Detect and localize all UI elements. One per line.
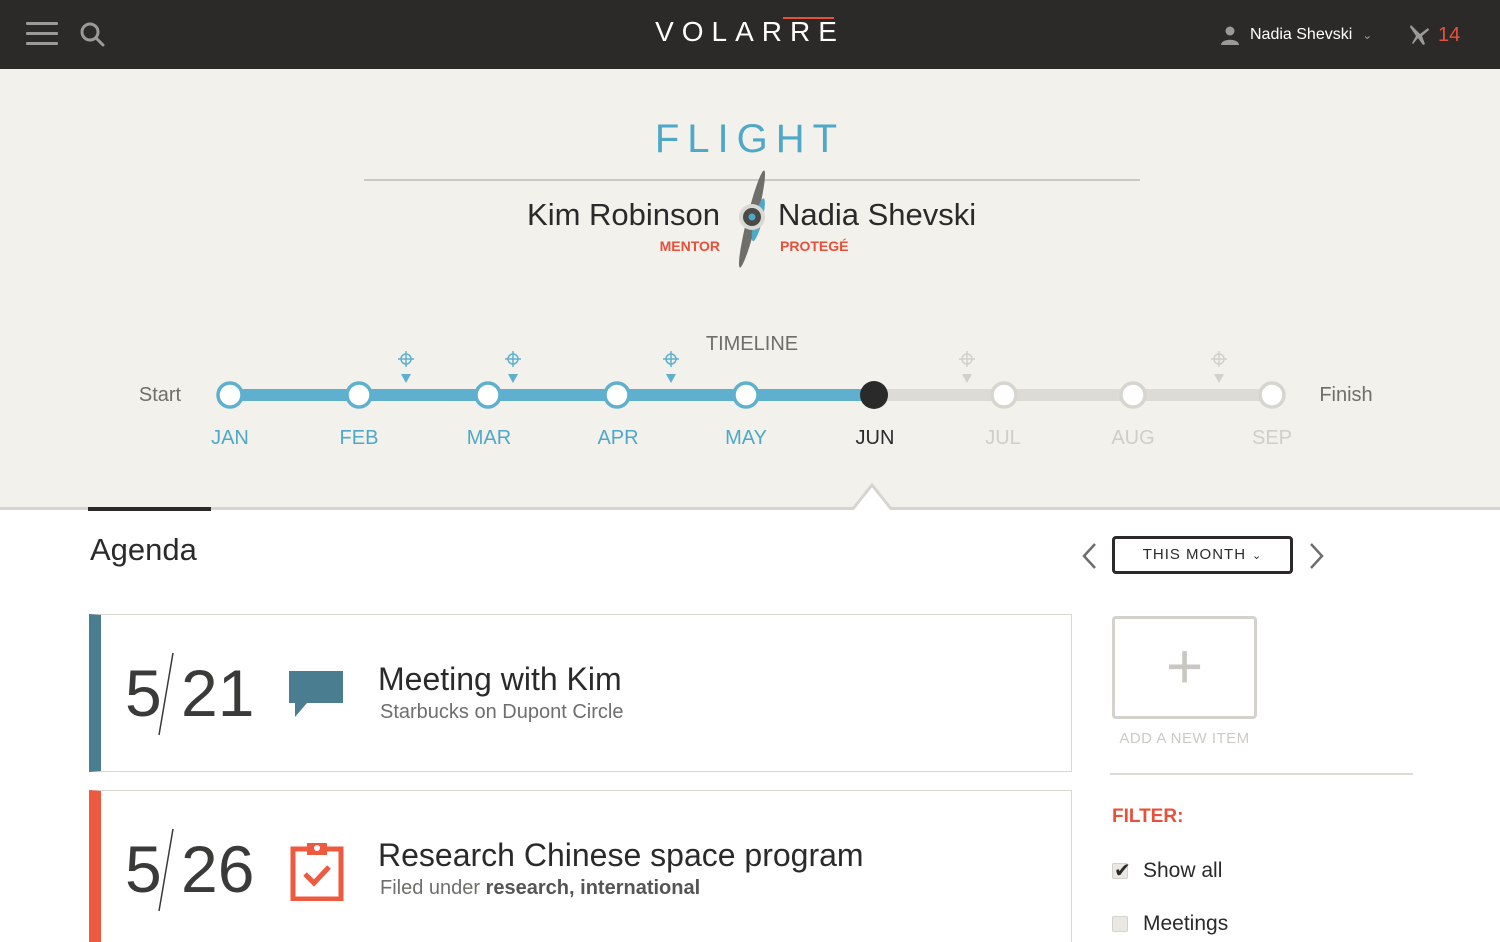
plane-icon: [1410, 25, 1429, 45]
app-logo[interactable]: VOLARRE: [600, 16, 900, 48]
filter-label: FILTER:: [1112, 806, 1184, 827]
chevron-right-icon[interactable]: [1304, 538, 1330, 574]
mentor-role: MENTOR: [659, 238, 720, 254]
chevron-left-icon[interactable]: [1076, 538, 1102, 574]
plus-icon: +: [1165, 630, 1204, 702]
filter-meetings[interactable]: Meetings: [1112, 911, 1228, 937]
add-new-item-label[interactable]: ADD A NEW ITEM: [1112, 730, 1257, 747]
month-mar[interactable]: MAR: [449, 427, 529, 450]
agenda-tab-indicator: [88, 507, 211, 511]
timeline-node[interactable]: [216, 381, 244, 409]
timeline-node[interactable]: [990, 381, 1018, 409]
flight-header: FLIGHT Kim Robinson MENTOR Nadia Shevski…: [0, 69, 1500, 510]
month-jul[interactable]: JUL: [963, 427, 1043, 450]
propeller-icon: [738, 170, 766, 268]
date-slash: [158, 652, 174, 736]
month-apr[interactable]: APR: [578, 427, 658, 450]
timeline-node[interactable]: [603, 381, 631, 409]
timeline-node[interactable]: [345, 381, 373, 409]
agenda-item-title: Meeting with Kim: [378, 661, 622, 697]
hamburger-menu-icon[interactable]: [26, 22, 58, 46]
timeline-node[interactable]: [1119, 381, 1147, 409]
agenda-item-tags[interactable]: research, international: [486, 877, 701, 899]
agenda-item-day: 21: [181, 656, 255, 730]
sidebar-divider: [1110, 773, 1413, 775]
checkbox-unchecked[interactable]: [1112, 916, 1128, 932]
timeline-node[interactable]: [1258, 381, 1286, 409]
agenda-title[interactable]: Agenda: [90, 532, 197, 568]
user-name: Nadia Shevski: [1250, 26, 1353, 43]
milestone-marker[interactable]: [663, 351, 679, 383]
mentor-name[interactable]: Kim Robinson: [420, 197, 720, 233]
filter-option-label: Meetings: [1143, 912, 1229, 935]
agenda-item-subtitle-prefix: Filed under: [380, 877, 486, 899]
search-icon[interactable]: [78, 20, 108, 50]
timeline-track: [216, 351, 1286, 409]
month-jan[interactable]: JAN: [190, 427, 270, 450]
checkbox-checked[interactable]: ✔: [1112, 860, 1131, 882]
date-slash: [158, 828, 174, 912]
month-may[interactable]: MAY: [706, 427, 786, 450]
chevron-down-icon: ⌄: [1252, 550, 1263, 562]
timeline-node[interactable]: [732, 381, 760, 409]
month-aug[interactable]: AUG: [1093, 427, 1173, 450]
agenda-item-day: 26: [181, 832, 255, 906]
agenda-item-subtitle: Starbucks on Dupont Circle: [380, 701, 624, 723]
agenda-item-subtitle: Filed under research, international: [380, 877, 700, 900]
agenda-item[interactable]: 5 21 Meeting with Kim Starbucks on Dupon…: [89, 614, 1072, 772]
milestone-marker[interactable]: [505, 351, 521, 383]
meeting-icon: [289, 671, 343, 717]
notifications-button[interactable]: 14: [1408, 18, 1460, 52]
protege-name[interactable]: Nadia Shevski: [778, 197, 1078, 233]
task-clipboard-icon: [290, 843, 344, 901]
agenda-item[interactable]: 5 26 Research Chinese space program File…: [89, 790, 1072, 942]
period-select-label: THIS MONTH: [1142, 546, 1247, 563]
timeline-node[interactable]: [474, 381, 502, 409]
agenda-item-title: Research Chinese space program: [378, 837, 864, 873]
filter-show-all[interactable]: ✔ Show all: [1112, 858, 1222, 884]
checkmark-icon: ✔: [1114, 860, 1131, 882]
logo-accent-bar: [783, 17, 834, 19]
month-jun[interactable]: JUN: [835, 427, 915, 450]
flight-title: FLIGHT: [654, 117, 846, 161]
add-new-item-button[interactable]: +: [1112, 616, 1257, 719]
milestone-marker[interactable]: [398, 351, 414, 383]
protege-role: PROTEGÉ: [780, 238, 849, 254]
filter-option-label: Show all: [1143, 859, 1223, 882]
chevron-down-icon: ⌄: [1362, 28, 1373, 42]
milestone-marker[interactable]: [1211, 351, 1227, 383]
notification-count: 14: [1438, 23, 1461, 46]
timeline-node-current[interactable]: [860, 381, 888, 409]
user-icon: [1221, 26, 1239, 45]
user-menu[interactable]: Nadia Shevski ⌄: [1220, 20, 1372, 50]
month-feb[interactable]: FEB: [319, 427, 399, 450]
milestone-marker[interactable]: [959, 351, 975, 383]
top-bar: VOLARRE Nadia Shevski ⌄ 14: [0, 0, 1500, 69]
month-sep[interactable]: SEP: [1232, 427, 1312, 450]
current-month-pointer: [852, 483, 892, 513]
period-select[interactable]: THIS MONTH ⌄: [1112, 536, 1293, 574]
